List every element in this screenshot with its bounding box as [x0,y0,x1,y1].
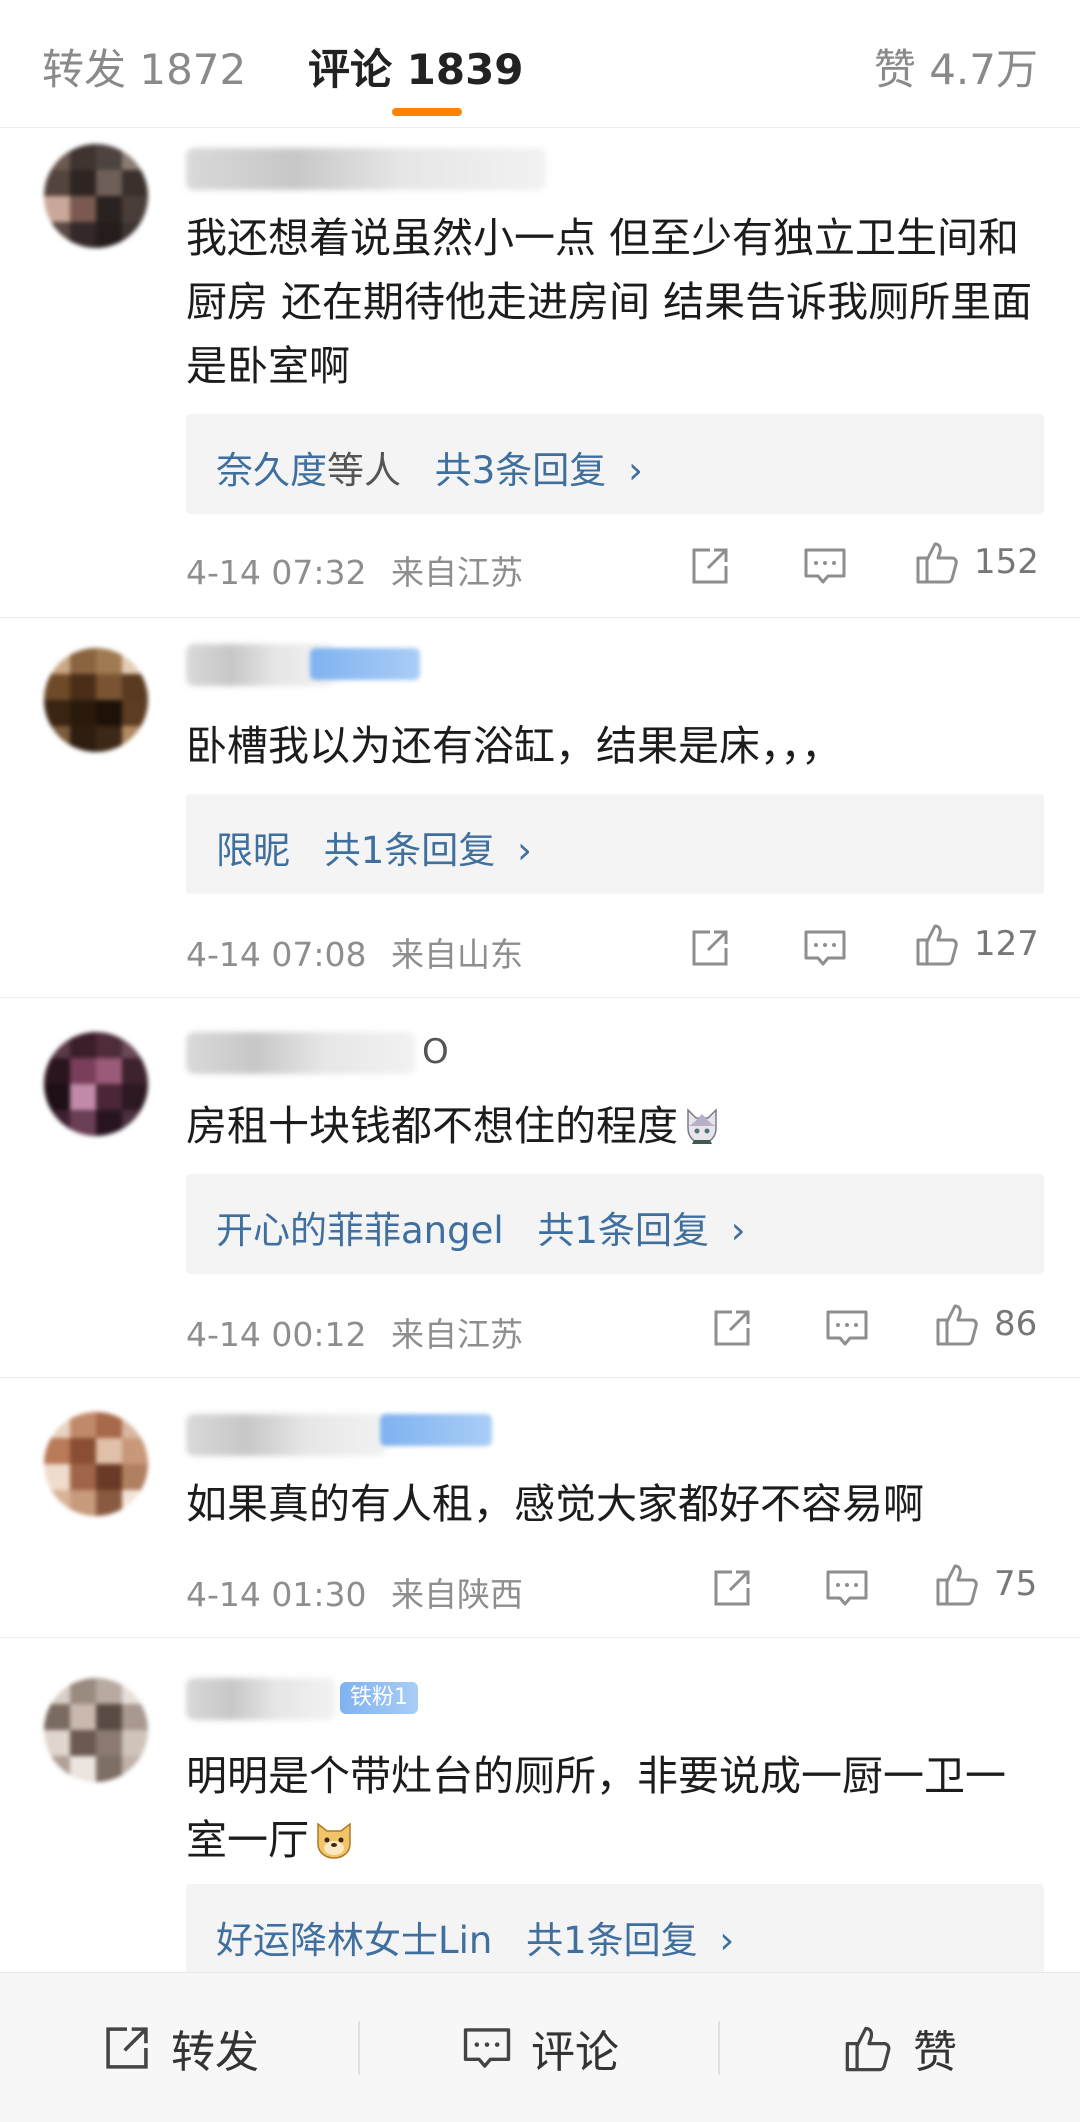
thumbs-up-icon [845,2026,891,2072]
comment-icon [463,2028,511,2068]
comment-time: 4-14 01:30 [186,1575,367,1614]
chevron-right-icon: › [730,1209,746,1252]
reply-user[interactable]: 限昵 [216,829,290,872]
comment-item: 卧槽我以为还有浴缸，结果是床，，， 限昵 共1条回复 › 4-14 07:08 … [0,618,1080,998]
comment-tabs-header: 转发 1872 评论 1839 赞 4.7万 [0,0,1080,128]
repost-label: 转发 [171,2027,259,2078]
comment-location: 来自山东 [391,935,523,974]
avatar[interactable] [44,144,148,248]
reply-summary: 开心的菲菲angel 共1条回复 › [216,1200,746,1254]
comment-item: 铁粉1 明明是个带灶台的厕所，非要说成一厨一卫一室一厅 好运降林女士Lin 共1… [0,1638,1080,1984]
cat-emoji-icon [682,1100,722,1144]
comment-text: 明明是个带灶台的厕所，非要说成一厨一卫一室一厅 [186,1744,1036,1872]
thumbs-up-icon [916,924,958,966]
like-button[interactable]: 赞 [720,1973,1080,2122]
thumbs-up-icon [936,1304,978,1346]
avatar[interactable] [44,1412,148,1516]
comment-meta: 4-14 00:12 来自江苏 [186,1308,523,1356]
reply-user[interactable]: 奈久度 [216,449,327,492]
reply-others: 等人 [327,449,401,492]
reply-user[interactable]: 开心的菲菲angel [216,1209,504,1252]
username-suffix[interactable]: O [422,1032,449,1072]
reply-count[interactable]: 共1条回复 [526,1919,698,1962]
comment-button[interactable]: 评论 [360,1973,720,2122]
comment-icon[interactable] [824,1306,870,1350]
reply-summary: 好运降林女士Lin 共1条回复 › [216,1910,734,1964]
active-tab-indicator [392,108,462,116]
like-count: 127 [974,924,1039,964]
comment-location: 来自陕西 [391,1575,523,1614]
bottom-action-bar: 转发 评论 赞 [0,1972,1080,2122]
fan-badge [310,648,420,680]
tab-repost[interactable]: 转发 1872 [42,36,246,97]
avatar[interactable] [44,1678,148,1782]
reply-preview[interactable]: 开心的菲菲angel 共1条回复 › [186,1174,1044,1274]
comment-icon[interactable] [802,926,848,970]
comment-icon[interactable] [824,1566,870,1610]
chevron-right-icon: › [628,449,643,492]
chevron-right-icon: › [517,829,532,872]
username-blurred[interactable] [186,1414,386,1456]
comment-text: 我还想着说虽然小一点 但至少有独立卫生间和厨房 还在期待他走进房间 结果告诉我厕… [186,214,1033,390]
fan-badge [380,1414,492,1446]
fan-badge: 铁粉1 [340,1682,418,1714]
comment-icon[interactable] [802,544,848,588]
reply-preview[interactable]: 限昵 共1条回复 › [186,794,1044,894]
like-button[interactable]: 86 [934,1300,1037,1348]
comment-meta: 4-14 07:08 来自山东 [186,928,523,976]
comment-location: 来自江苏 [391,1315,523,1354]
comment-time: 4-14 07:32 [186,553,367,592]
reply-summary: 限昵 共1条回复 › [216,820,532,874]
share-icon[interactable] [688,926,732,970]
thumbs-up-icon [936,1564,978,1606]
tab-likes[interactable]: 赞 4.7万 [874,36,1038,97]
thumbs-up-icon [916,542,958,584]
reply-preview[interactable]: 奈久度等人 共3条回复 › [186,414,1044,514]
like-button[interactable]: 152 [914,538,1039,586]
tab-comments[interactable]: 评论 1839 [308,36,524,97]
reply-user[interactable]: 好运降林女士Lin [216,1919,492,1962]
like-label: 赞 [913,2027,957,2078]
username-blurred[interactable] [186,1678,336,1720]
comment-text: 如果真的有人租，感觉大家都好不容易啊 [186,1480,924,1528]
like-count: 152 [974,542,1039,582]
share-icon [106,2027,148,2069]
like-count: 86 [994,1304,1038,1344]
comment-meta: 4-14 01:30 来自陕西 [186,1568,523,1616]
chevron-right-icon: › [719,1919,735,1962]
avatar[interactable] [44,1032,148,1136]
avatar[interactable] [44,648,148,752]
reply-count[interactable]: 共1条回复 [324,829,496,872]
comment-text-body: 房租十块钱都不想住的程度 [186,1102,678,1150]
reply-count[interactable]: 共1条回复 [537,1209,709,1252]
comment-location: 来自江苏 [391,553,523,592]
comment-item: 我还想着说虽然小一点 但至少有独立卫生间和厨房 还在期待他走进房间 结果告诉我厕… [0,128,1080,618]
comment-text-body: 明明是个带灶台的厕所，非要说成一厨一卫一室一厅 [186,1752,1006,1864]
comment-time: 4-14 07:08 [186,935,367,974]
share-icon[interactable] [688,544,732,588]
doge-emoji-icon [313,1814,353,1859]
comment-label: 评论 [531,2027,619,2078]
comment-item: 如果真的有人租，感觉大家都好不容易啊 4-14 01:30 来自陕西 75 [0,1378,1080,1638]
comment-time: 4-14 00:12 [186,1315,367,1354]
share-icon[interactable] [710,1566,754,1610]
comment-text: 卧槽我以为还有浴缸，结果是床，，， [186,722,842,770]
username-blurred[interactable] [186,1032,416,1074]
reply-summary: 奈久度等人 共3条回复 › [216,440,643,494]
reply-count[interactable]: 共3条回复 [435,449,607,492]
like-count: 75 [994,1564,1038,1604]
username-blurred[interactable] [186,148,546,190]
comment-item: O 房租十块钱都不想住的程度 开心的菲菲angel 共1条回复 › 4-14 0… [0,998,1080,1378]
repost-button[interactable]: 转发 [0,1973,360,2122]
comment-text: 房租十块钱都不想住的程度 [186,1094,1046,1158]
like-button[interactable]: 127 [914,920,1039,968]
reply-preview[interactable]: 好运降林女士Lin 共1条回复 › [186,1884,1044,1984]
share-icon[interactable] [710,1306,754,1350]
like-button[interactable]: 75 [934,1560,1037,1608]
comment-meta: 4-14 07:32 来自江苏 [186,546,523,594]
